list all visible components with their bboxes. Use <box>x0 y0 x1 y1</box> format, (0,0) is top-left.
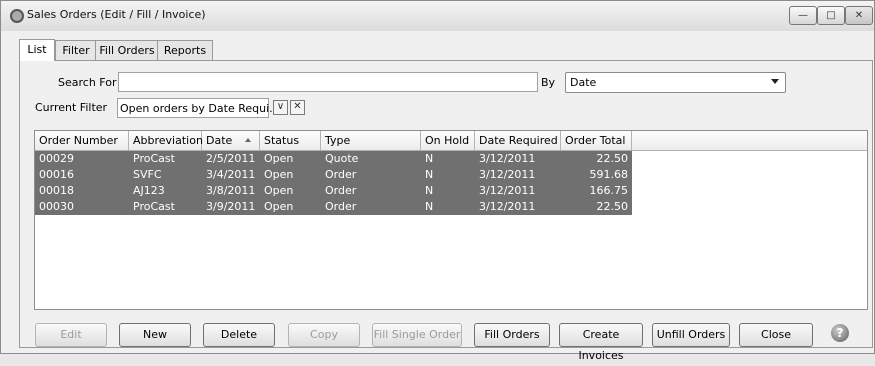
chevron-down-icon: ∨ <box>276 101 285 112</box>
cell-date-required: 3/12/2011 <box>479 168 536 181</box>
cell-order-total: 22.50 <box>596 200 629 213</box>
current-filter-value: Open orders by Date Requi... <box>120 102 280 115</box>
orders-grid[interactable]: Order Number Abbreviation Date Status Ty… <box>34 130 868 310</box>
by-select[interactable]: Date <box>565 72 786 93</box>
table-row[interactable]: 00016 SVFC 3/4/2011 Open Order N 3/12/20… <box>35 167 632 183</box>
cell-status: Open <box>264 200 294 213</box>
close-icon: ✕ <box>854 10 864 21</box>
maximize-button[interactable]: □ <box>817 6 845 25</box>
close-button[interactable]: Close <box>739 323 813 347</box>
search-input[interactable] <box>118 72 538 92</box>
cell-status: Open <box>264 168 294 181</box>
window-title: Sales Orders (Edit / Fill / Invoice) <box>27 8 206 21</box>
current-filter-field: Open orders by Date Requi... <box>117 98 280 118</box>
column-header-on-hold[interactable]: On Hold <box>421 131 475 150</box>
unfill-orders-button[interactable]: Unfill Orders <box>652 323 730 347</box>
cell-abbreviation: ProCast <box>133 152 175 165</box>
search-label: Search For <box>58 76 117 89</box>
cell-type: Order <box>325 184 357 197</box>
column-header-abbreviation[interactable]: Abbreviation <box>129 131 203 150</box>
fill-orders-button[interactable]: Fill Orders <box>474 323 550 347</box>
cell-type: Quote <box>325 152 359 165</box>
cell-date: 2/5/2011 <box>206 152 256 165</box>
window-close-button[interactable]: ✕ <box>845 6 873 25</box>
table-row[interactable]: 00018 AJ123 3/8/2011 Open Order N 3/12/2… <box>35 183 632 199</box>
column-header-order-total[interactable]: Order Total <box>561 131 632 150</box>
cell-type: Order <box>325 200 357 213</box>
close-icon: ✕ <box>293 101 302 112</box>
cell-date-required: 3/12/2011 <box>479 184 536 197</box>
by-label: By <box>541 76 556 89</box>
app-icon <box>10 9 24 23</box>
column-header-status[interactable]: Status <box>260 131 321 150</box>
cell-on-hold: N <box>425 168 434 181</box>
cell-on-hold: N <box>425 184 434 197</box>
column-header-date[interactable]: Date <box>202 131 260 150</box>
cell-order-number: 00030 <box>39 200 74 213</box>
clear-filter-button[interactable]: ✕ <box>290 100 305 115</box>
column-header-order-number[interactable]: Order Number <box>35 131 129 150</box>
title-bar[interactable]: Sales Orders (Edit / Fill / Invoice) — □… <box>1 1 874 31</box>
cell-date-required: 3/12/2011 <box>479 200 536 213</box>
cell-date: 3/8/2011 <box>206 184 256 197</box>
cell-order-total: 22.50 <box>596 152 629 165</box>
cell-type: Order <box>325 168 357 181</box>
tab-filter[interactable]: Filter <box>55 40 97 61</box>
cell-order-number: 00029 <box>39 152 74 165</box>
minimize-button[interactable]: — <box>789 6 817 25</box>
cell-order-total: 166.75 <box>589 184 629 197</box>
cell-status: Open <box>264 184 294 197</box>
column-header-type[interactable]: Type <box>321 131 421 150</box>
cell-date: 3/9/2011 <box>206 200 256 213</box>
edit-button[interactable]: Edit <box>35 323 107 347</box>
sales-orders-window: Sales Orders (Edit / Fill / Invoice) — □… <box>0 0 875 362</box>
table-row[interactable]: 00029 ProCast 2/5/2011 Open Quote N 3/12… <box>35 151 632 167</box>
create-invoices-button[interactable]: Create Invoices <box>559 323 643 362</box>
chevron-down-icon <box>771 79 779 84</box>
table-row[interactable]: 00030 ProCast 3/9/2011 Open Order N 3/12… <box>35 199 632 215</box>
column-header-date-required[interactable]: Date Required <box>475 131 561 150</box>
list-panel: Search For By Date Current Filter Open o… <box>19 60 873 362</box>
cell-abbreviation: ProCast <box>133 200 175 213</box>
cell-on-hold: N <box>425 152 434 165</box>
tab-list[interactable]: List <box>19 39 55 61</box>
cell-status: Open <box>264 152 294 165</box>
grid-header: Order Number Abbreviation Date Status Ty… <box>35 131 867 151</box>
cell-order-number: 00018 <box>39 184 74 197</box>
current-filter-label: Current Filter <box>35 101 108 114</box>
cell-date-required: 3/12/2011 <box>479 152 536 165</box>
tab-fill-orders[interactable]: Fill Orders <box>95 40 159 61</box>
fill-single-order-button[interactable]: Fill Single Order <box>372 323 462 347</box>
new-button[interactable]: New <box>119 323 191 347</box>
cell-on-hold: N <box>425 200 434 213</box>
cell-order-number: 00016 <box>39 168 74 181</box>
cell-date: 3/4/2011 <box>206 168 256 181</box>
cell-abbreviation: AJ123 <box>133 184 165 197</box>
cell-order-total: 591.68 <box>589 168 629 181</box>
filter-dropdown-button[interactable]: ∨ <box>273 100 288 115</box>
tab-reports[interactable]: Reports <box>157 40 213 61</box>
help-icon[interactable]: ? <box>831 324 849 342</box>
copy-button[interactable]: Copy <box>288 323 360 347</box>
sort-ascending-icon <box>245 138 251 142</box>
by-select-value: Date <box>570 76 597 89</box>
column-header-date-label: Date <box>206 134 233 147</box>
delete-button[interactable]: Delete <box>203 323 275 347</box>
maximize-icon: □ <box>826 10 836 21</box>
cell-abbreviation: SVFC <box>133 168 162 181</box>
minimize-icon: — <box>798 10 808 21</box>
